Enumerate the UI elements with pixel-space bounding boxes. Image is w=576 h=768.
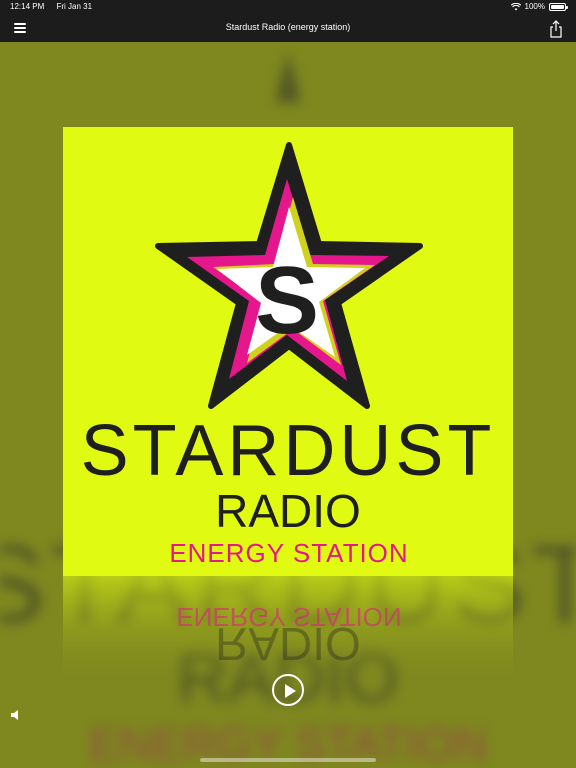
- battery-icon: [549, 2, 568, 11]
- share-icon[interactable]: [548, 19, 564, 39]
- status-time: 12:14 PM: [10, 2, 45, 11]
- reflected-brand-line2: RADIO: [215, 618, 361, 670]
- status-left: 12:14 PM Fri Jan 31: [10, 2, 102, 11]
- nav-bar: Stardust Radio (energy station): [0, 14, 576, 42]
- page-title: Stardust Radio (energy station): [225, 22, 351, 32]
- tagline: ENERGY STATION: [169, 538, 408, 568]
- speaker-icon[interactable]: [9, 708, 23, 722]
- stardust-radio-logo: S STARDUST RADIO ENERGY STATION: [81, 142, 496, 568]
- reflection-graphic: ENERGY STATION RADIO: [63, 576, 513, 686]
- status-date: Fri Jan 31: [56, 2, 93, 11]
- svg-text:S: S: [255, 247, 319, 354]
- home-indicator: [200, 758, 376, 762]
- status-right: 100%: [510, 2, 568, 11]
- album-artwork: S STARDUST RADIO ENERGY STATION: [63, 127, 513, 576]
- play-button[interactable]: [272, 674, 304, 706]
- wifi-icon: [510, 2, 521, 10]
- brand-line2: RADIO: [215, 485, 361, 537]
- battery-percent: 100%: [524, 2, 545, 11]
- artwork-reflection: ENERGY STATION RADIO: [63, 576, 513, 686]
- status-bar: 12:14 PM Fri Jan 31 100%: [0, 0, 576, 14]
- brand-line1: STARDUST: [81, 411, 496, 491]
- play-icon: [285, 684, 296, 698]
